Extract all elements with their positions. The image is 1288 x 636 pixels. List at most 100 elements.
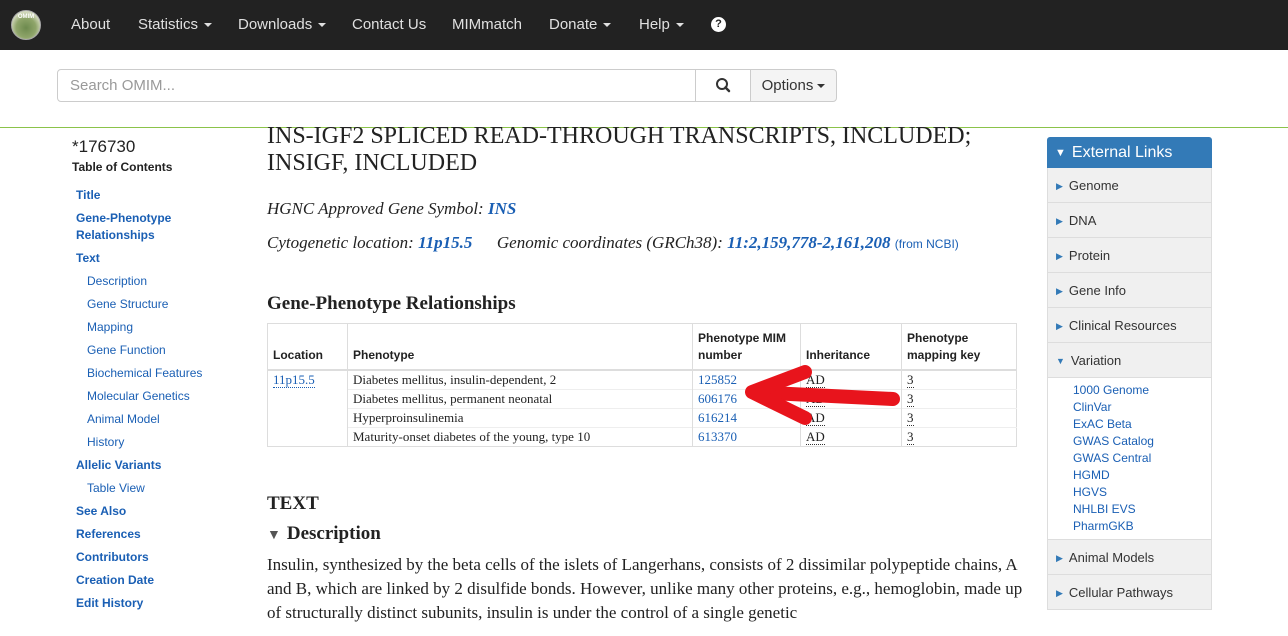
toc-link-creation-date[interactable]: Creation Date [76, 572, 154, 589]
caret-down-icon [817, 84, 826, 89]
mapping-key-cell: 3 [901, 369, 1017, 389]
nav-about[interactable]: About [71, 0, 110, 50]
toc-link-text[interactable]: Text [76, 250, 100, 267]
toc-link-history[interactable]: History [87, 434, 124, 451]
external-links-panel: ▼ External Links ▶ Genome ▶ DNA ▶ Protein ▶ G… [1047, 137, 1212, 610]
location-link[interactable]: 11p15.5 [273, 371, 315, 388]
nav-statistics[interactable]: Statistics [138, 0, 213, 50]
ext-section-genome[interactable]: ▶ Genome [1047, 168, 1212, 203]
variation-link[interactable]: HGVS [1073, 484, 1211, 501]
triangle-right-icon: ▶ [1056, 588, 1063, 598]
description-heading-row[interactable]: ▼ Description [267, 523, 381, 545]
external-links-header[interactable]: ▼ External Links [1047, 137, 1212, 168]
triangle-right-icon: ▶ [1056, 216, 1063, 226]
gene-phenotype-table: Location Phenotype Phenotype MIM number … [267, 323, 1017, 447]
mim-number-link[interactable]: 616214 [692, 407, 801, 427]
mim-number-link[interactable]: 613370 [692, 426, 801, 446]
search-icon [716, 78, 731, 93]
variation-link[interactable]: ExAC Beta [1073, 416, 1211, 433]
caret-down-icon [204, 23, 213, 28]
triangle-down-icon: ▼ [1055, 147, 1066, 159]
hgnc-label: HGNC Approved Gene Symbol: [267, 199, 484, 218]
toc-link-see-also[interactable]: See Also [76, 503, 126, 520]
phenotype-cell: Diabetes mellitus, permanent neonatal [347, 388, 693, 408]
description-paragraph: Insulin, synthesized by the beta cells o… [267, 555, 1023, 622]
table-row: Maturity-onset diabetes of the young, ty… [268, 426, 1017, 446]
toc-link-description[interactable]: Description [87, 273, 147, 290]
inheritance-cell: AD [800, 369, 902, 389]
variation-link[interactable]: NHLBI EVS [1073, 501, 1211, 518]
mim-number-link[interactable]: 606176 [692, 388, 801, 408]
collapse-triangle-icon: ▼ [267, 528, 281, 543]
ext-section-protein[interactable]: ▶ Protein [1047, 238, 1212, 273]
col-phenotype: Phenotype [347, 323, 693, 371]
toc-link-edit-history[interactable]: Edit History [76, 595, 143, 612]
toc-link-gene-structure[interactable]: Gene Structure [87, 296, 168, 313]
options-button[interactable]: Options [750, 69, 837, 102]
description-heading: Description [286, 523, 381, 544]
triangle-right-icon: ▶ [1056, 251, 1063, 261]
variation-link[interactable]: GWAS Catalog [1073, 433, 1211, 450]
triangle-right-icon: ▶ [1056, 181, 1063, 191]
nav-mimmatch[interactable]: MIMmatch [452, 0, 522, 50]
triangle-right-icon: ▶ [1056, 286, 1063, 296]
nav-donate[interactable]: Donate [549, 0, 612, 50]
toc-link-gene-function[interactable]: Gene Function [87, 342, 166, 359]
triangle-right-icon: ▶ [1056, 553, 1063, 563]
toc-link-references[interactable]: References [76, 526, 141, 543]
toc-link-allelic-variants[interactable]: Allelic Variants [76, 457, 161, 474]
toc-link-molecular-genetics[interactable]: Molecular Genetics [87, 388, 190, 405]
location-line: Cytogenetic location: 11p15.5 Genomic co… [267, 233, 959, 253]
phenotype-cell: Diabetes mellitus, insulin-dependent, 2 [347, 369, 693, 389]
search-button[interactable] [695, 69, 751, 102]
toc-link-gene-phenotype[interactable]: Gene-Phenotype Relationships [76, 210, 196, 244]
mapping-key-cell: 3 [901, 426, 1017, 446]
variation-link[interactable]: 1000 Genome [1073, 382, 1211, 399]
hgnc-symbol-link[interactable]: INS [488, 199, 516, 218]
variation-link[interactable]: ClinVar [1073, 399, 1211, 416]
inheritance-cell: AD [800, 407, 902, 427]
gene-phenotype-heading: Gene-Phenotype Relationships [267, 293, 516, 314]
ext-section-variation[interactable]: ▼ Variation [1047, 343, 1212, 378]
caret-down-icon [318, 23, 327, 28]
toc-link-title[interactable]: Title [76, 187, 100, 204]
cyto-label: Cytogenetic location: [267, 233, 414, 252]
toc-link-animal-model[interactable]: Animal Model [87, 411, 160, 428]
toc-link-mapping[interactable]: Mapping [87, 319, 133, 336]
toc-title: Table of Contents [72, 160, 173, 174]
genomic-label: Genomic coordinates (GRCh38): [496, 233, 723, 252]
toc-link-biochemical-features[interactable]: Biochemical Features [87, 365, 202, 382]
ncbi-source-link[interactable]: (from NCBI) [895, 237, 959, 251]
nav-downloads[interactable]: Downloads [238, 0, 327, 50]
caret-down-icon [675, 23, 684, 28]
ext-section-clinical-resources[interactable]: ▶ Clinical Resources [1047, 308, 1212, 343]
col-inheritance: Inheritance [800, 323, 902, 371]
ext-section-cellular-pathways[interactable]: ▶ Cellular Pathways [1047, 575, 1212, 610]
ext-section-animal-models[interactable]: ▶ Animal Models [1047, 540, 1212, 575]
nav-help[interactable]: Help [639, 0, 684, 50]
table-row: Hyperproinsulinemia 616214 AD 3 [268, 407, 1017, 427]
toc-link-table-view[interactable]: Table View [87, 480, 145, 497]
variation-link[interactable]: HGMD [1073, 467, 1211, 484]
genomic-coords-link[interactable]: 11:2,159,778-2,161,208 [727, 233, 890, 252]
text-heading: TEXT [267, 493, 319, 514]
mapping-key-cell: 3 [901, 388, 1017, 408]
question-circle-icon[interactable]: ? [711, 17, 726, 32]
col-mim-number: Phenotype MIM number [692, 323, 801, 371]
caret-down-icon [603, 23, 612, 28]
mim-number-link[interactable]: 125852 [692, 369, 801, 389]
mapping-key-cell: 3 [901, 407, 1017, 427]
ext-section-gene-info[interactable]: ▶ Gene Info [1047, 273, 1212, 308]
mim-number: *176730 [72, 137, 136, 156]
search-input[interactable] [57, 69, 696, 102]
phenotype-cell: Maturity-onset diabetes of the young, ty… [347, 426, 693, 446]
variation-link[interactable]: PharmGKB [1073, 518, 1211, 535]
ext-section-dna[interactable]: ▶ DNA [1047, 203, 1212, 238]
cyto-location-link[interactable]: 11p15.5 [418, 233, 472, 252]
nav-contact-us[interactable]: Contact Us [352, 0, 426, 50]
omim-logo[interactable]: OMIM [11, 10, 41, 40]
variation-link[interactable]: GWAS Central [1073, 450, 1211, 467]
table-row: Diabetes mellitus, permanent neonatal 60… [268, 388, 1017, 408]
toc-link-contributors[interactable]: Contributors [76, 549, 149, 566]
triangle-down-icon: ▼ [1056, 356, 1065, 366]
